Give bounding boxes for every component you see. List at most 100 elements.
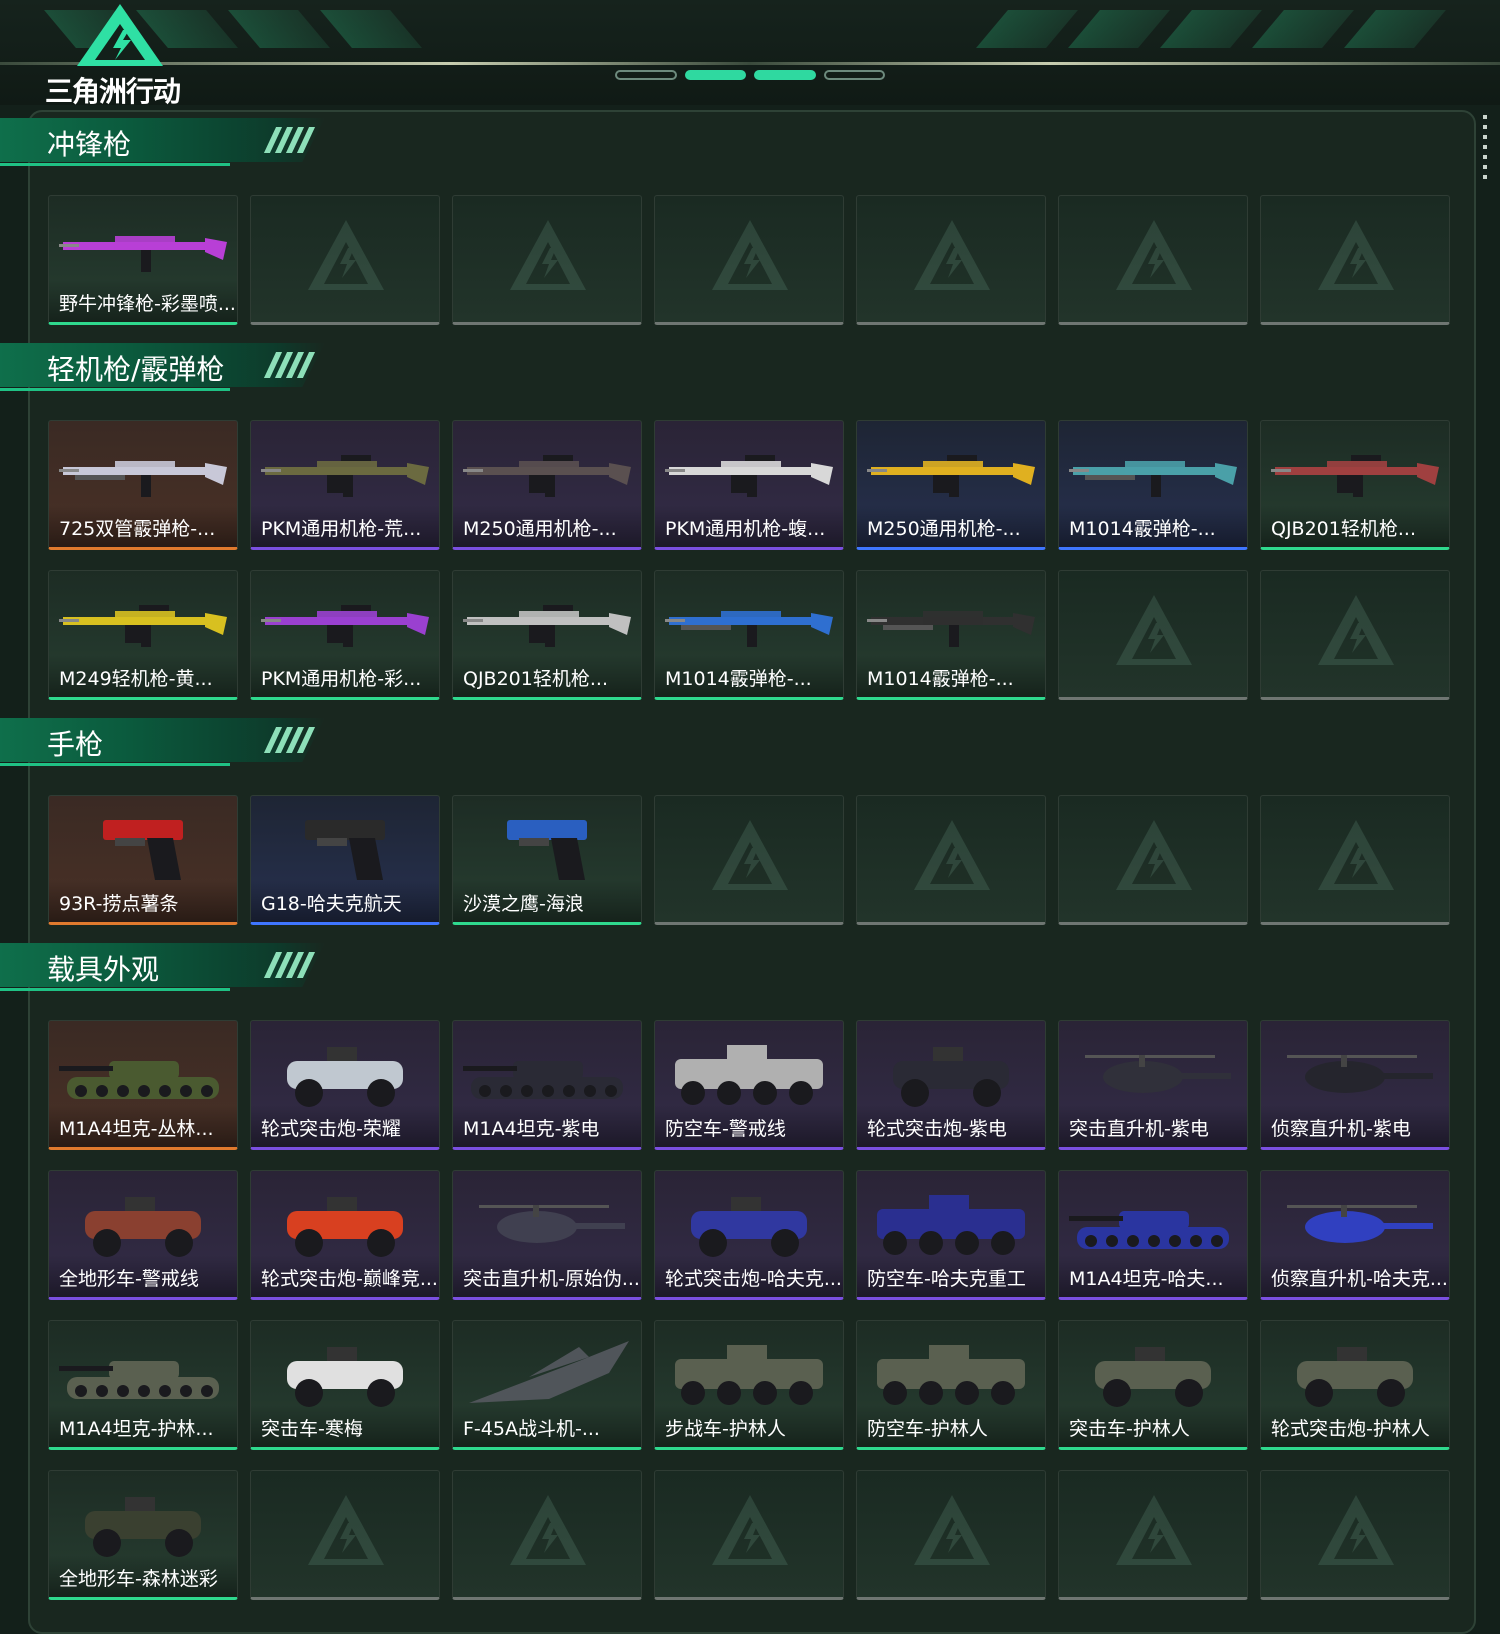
empty-slot	[1260, 1470, 1450, 1600]
atv-icon	[85, 1197, 201, 1257]
empty-slot	[856, 1470, 1046, 1600]
collection-item-card[interactable]: M1A4坦克-护林...	[48, 1320, 238, 1450]
collection-item-card[interactable]: 突击直升机-紫电	[1058, 1020, 1248, 1150]
heli-icon	[1287, 1205, 1433, 1243]
empty-slot	[1260, 195, 1450, 325]
collection-item-card[interactable]: QJB201轻机枪...	[452, 570, 642, 700]
section-title: 载具外观	[47, 953, 160, 986]
collection-item-card[interactable]: M1A4坦克-丛林...	[48, 1020, 238, 1150]
apc-icon	[877, 1195, 1025, 1255]
collection-item-card[interactable]: 725双管霰弹枪-...	[48, 420, 238, 550]
collection-item-card[interactable]: PKM通用机枪-彩...	[250, 570, 440, 700]
logo-watermark-icon	[1318, 1495, 1394, 1565]
shotgun-icon	[867, 611, 1035, 647]
car-icon	[893, 1047, 1009, 1107]
collection-item-card[interactable]: QJB201轻机枪...	[1260, 420, 1450, 550]
item-label: QJB201轻机枪...	[463, 668, 608, 690]
collection-item-card[interactable]: 轮式突击炮-护林人	[1260, 1320, 1450, 1450]
logo-watermark-icon	[1318, 820, 1394, 890]
item-label: 防空车-哈夫克重工	[867, 1268, 1026, 1290]
collection-item-card[interactable]: 93R-捞点薯条	[48, 795, 238, 925]
empty-slot	[654, 195, 844, 325]
section-title: 轻机枪/霰弹枪	[47, 353, 225, 386]
collection-item-card[interactable]: F-45A战斗机-...	[452, 1320, 642, 1450]
heli-icon	[1085, 1055, 1231, 1093]
collection-item-card[interactable]: 防空车-哈夫克重工	[856, 1170, 1046, 1300]
section-decoration	[263, 127, 316, 153]
empty-slot	[1260, 795, 1450, 925]
collection-item-card[interactable]: 野牛冲锋枪-彩墨喷...	[48, 195, 238, 325]
item-label: 突击直升机-紫电	[1069, 1118, 1209, 1140]
collection-item-card[interactable]: M250通用机枪-...	[452, 420, 642, 550]
empty-slot	[1058, 795, 1248, 925]
collection-item-card[interactable]: M1A4坦克-紫电	[452, 1020, 642, 1150]
empty-slot	[856, 195, 1046, 325]
collection-item-card[interactable]: M1014霰弹枪-...	[654, 570, 844, 700]
tank-icon	[463, 1061, 623, 1099]
collection-item-card[interactable]: 轮式突击炮-巅峰竞...	[250, 1170, 440, 1300]
car-icon	[287, 1047, 403, 1107]
empty-slot	[654, 1470, 844, 1600]
banner-divider	[0, 62, 1500, 65]
item-label: M1A4坦克-护林...	[59, 1418, 214, 1440]
collection-item-card[interactable]: M249轻机枪-黄...	[48, 570, 238, 700]
collection-item-card[interactable]: M250通用机枪-...	[856, 420, 1046, 550]
collection-item-card[interactable]: 侦察直升机-紫电	[1260, 1020, 1450, 1150]
item-label: M250通用机枪-...	[867, 518, 1021, 540]
collection-item-card[interactable]: 全地形车-警戒线	[48, 1170, 238, 1300]
collection-item-card[interactable]: PKM通用机枪-蝮...	[654, 420, 844, 550]
car-icon	[287, 1197, 403, 1257]
logo-watermark-icon	[1116, 820, 1192, 890]
lmg-icon	[59, 605, 227, 647]
logo-watermark-icon	[712, 220, 788, 290]
collection-item-card[interactable]: 沙漠之鹰-海浪	[452, 795, 642, 925]
section-decoration	[263, 952, 316, 978]
collection-item-card[interactable]: 突击直升机-原始伪...	[452, 1170, 642, 1300]
collection-item-card[interactable]: 轮式突击炮-紫电	[856, 1020, 1046, 1150]
item-label: 725双管霰弹枪-...	[59, 518, 216, 540]
item-label: 防空车-护林人	[867, 1418, 988, 1440]
logo-watermark-icon	[914, 220, 990, 290]
item-label: 突击直升机-原始伪...	[463, 1268, 640, 1290]
collection-item-card[interactable]: 轮式突击炮-哈夫克...	[654, 1170, 844, 1300]
item-label: 野牛冲锋枪-彩墨喷...	[59, 293, 236, 315]
car-icon	[1095, 1347, 1211, 1407]
section-decoration	[263, 352, 316, 378]
collection-item-card[interactable]: 突击车-寒梅	[250, 1320, 440, 1450]
empty-slot	[250, 195, 440, 325]
section-title: 冲锋枪	[47, 128, 132, 161]
collection-item-card[interactable]: 突击车-护林人	[1058, 1320, 1248, 1450]
car-icon	[1297, 1347, 1413, 1407]
shotgun-icon	[59, 461, 227, 497]
collection-item-card[interactable]: M1014霰弹枪-...	[856, 570, 1046, 700]
collection-item-card[interactable]: 步战车-护林人	[654, 1320, 844, 1450]
empty-slot	[1260, 570, 1450, 700]
collection-item-card[interactable]: M1A4坦克-哈夫...	[1058, 1170, 1248, 1300]
collection-item-card[interactable]: 防空车-护林人	[856, 1320, 1046, 1450]
collection-item-card[interactable]: 全地形车-森林迷彩	[48, 1470, 238, 1600]
item-label: PKM通用机枪-蝮...	[665, 518, 826, 540]
shotgun-icon	[1069, 461, 1237, 497]
item-label: 全地形车-森林迷彩	[59, 1568, 218, 1590]
lmg-icon	[463, 455, 631, 497]
logo-watermark-icon	[914, 1495, 990, 1565]
smg-icon	[59, 236, 227, 272]
collection-item-card[interactable]: G18-哈夫克航天	[250, 795, 440, 925]
item-label: 轮式突击炮-巅峰竞...	[261, 1268, 438, 1290]
collection-item-card[interactable]: PKM通用机枪-荒...	[250, 420, 440, 550]
atv-icon	[85, 1497, 201, 1557]
collection-item-card[interactable]: M1014霰弹枪-...	[1058, 420, 1248, 550]
item-label: 轮式突击炮-荣耀	[261, 1118, 401, 1140]
collection-item-card[interactable]: 轮式突击炮-荣耀	[250, 1020, 440, 1150]
collection-item-card[interactable]: 侦察直升机-哈夫克...	[1260, 1170, 1450, 1300]
banner-stripes-right	[976, 10, 1446, 48]
logo-watermark-icon	[308, 1495, 384, 1565]
logo-watermark-icon	[308, 220, 384, 290]
section-header: 轻机枪/霰弹枪	[0, 343, 330, 395]
item-label: M250通用机枪-...	[463, 518, 617, 540]
tank-icon	[1069, 1211, 1229, 1249]
item-label: 侦察直升机-哈夫克...	[1271, 1268, 1448, 1290]
scrollbar[interactable]	[1483, 115, 1487, 180]
collection-item-card[interactable]: 防空车-警戒线	[654, 1020, 844, 1150]
item-label: 防空车-警戒线	[665, 1118, 786, 1140]
